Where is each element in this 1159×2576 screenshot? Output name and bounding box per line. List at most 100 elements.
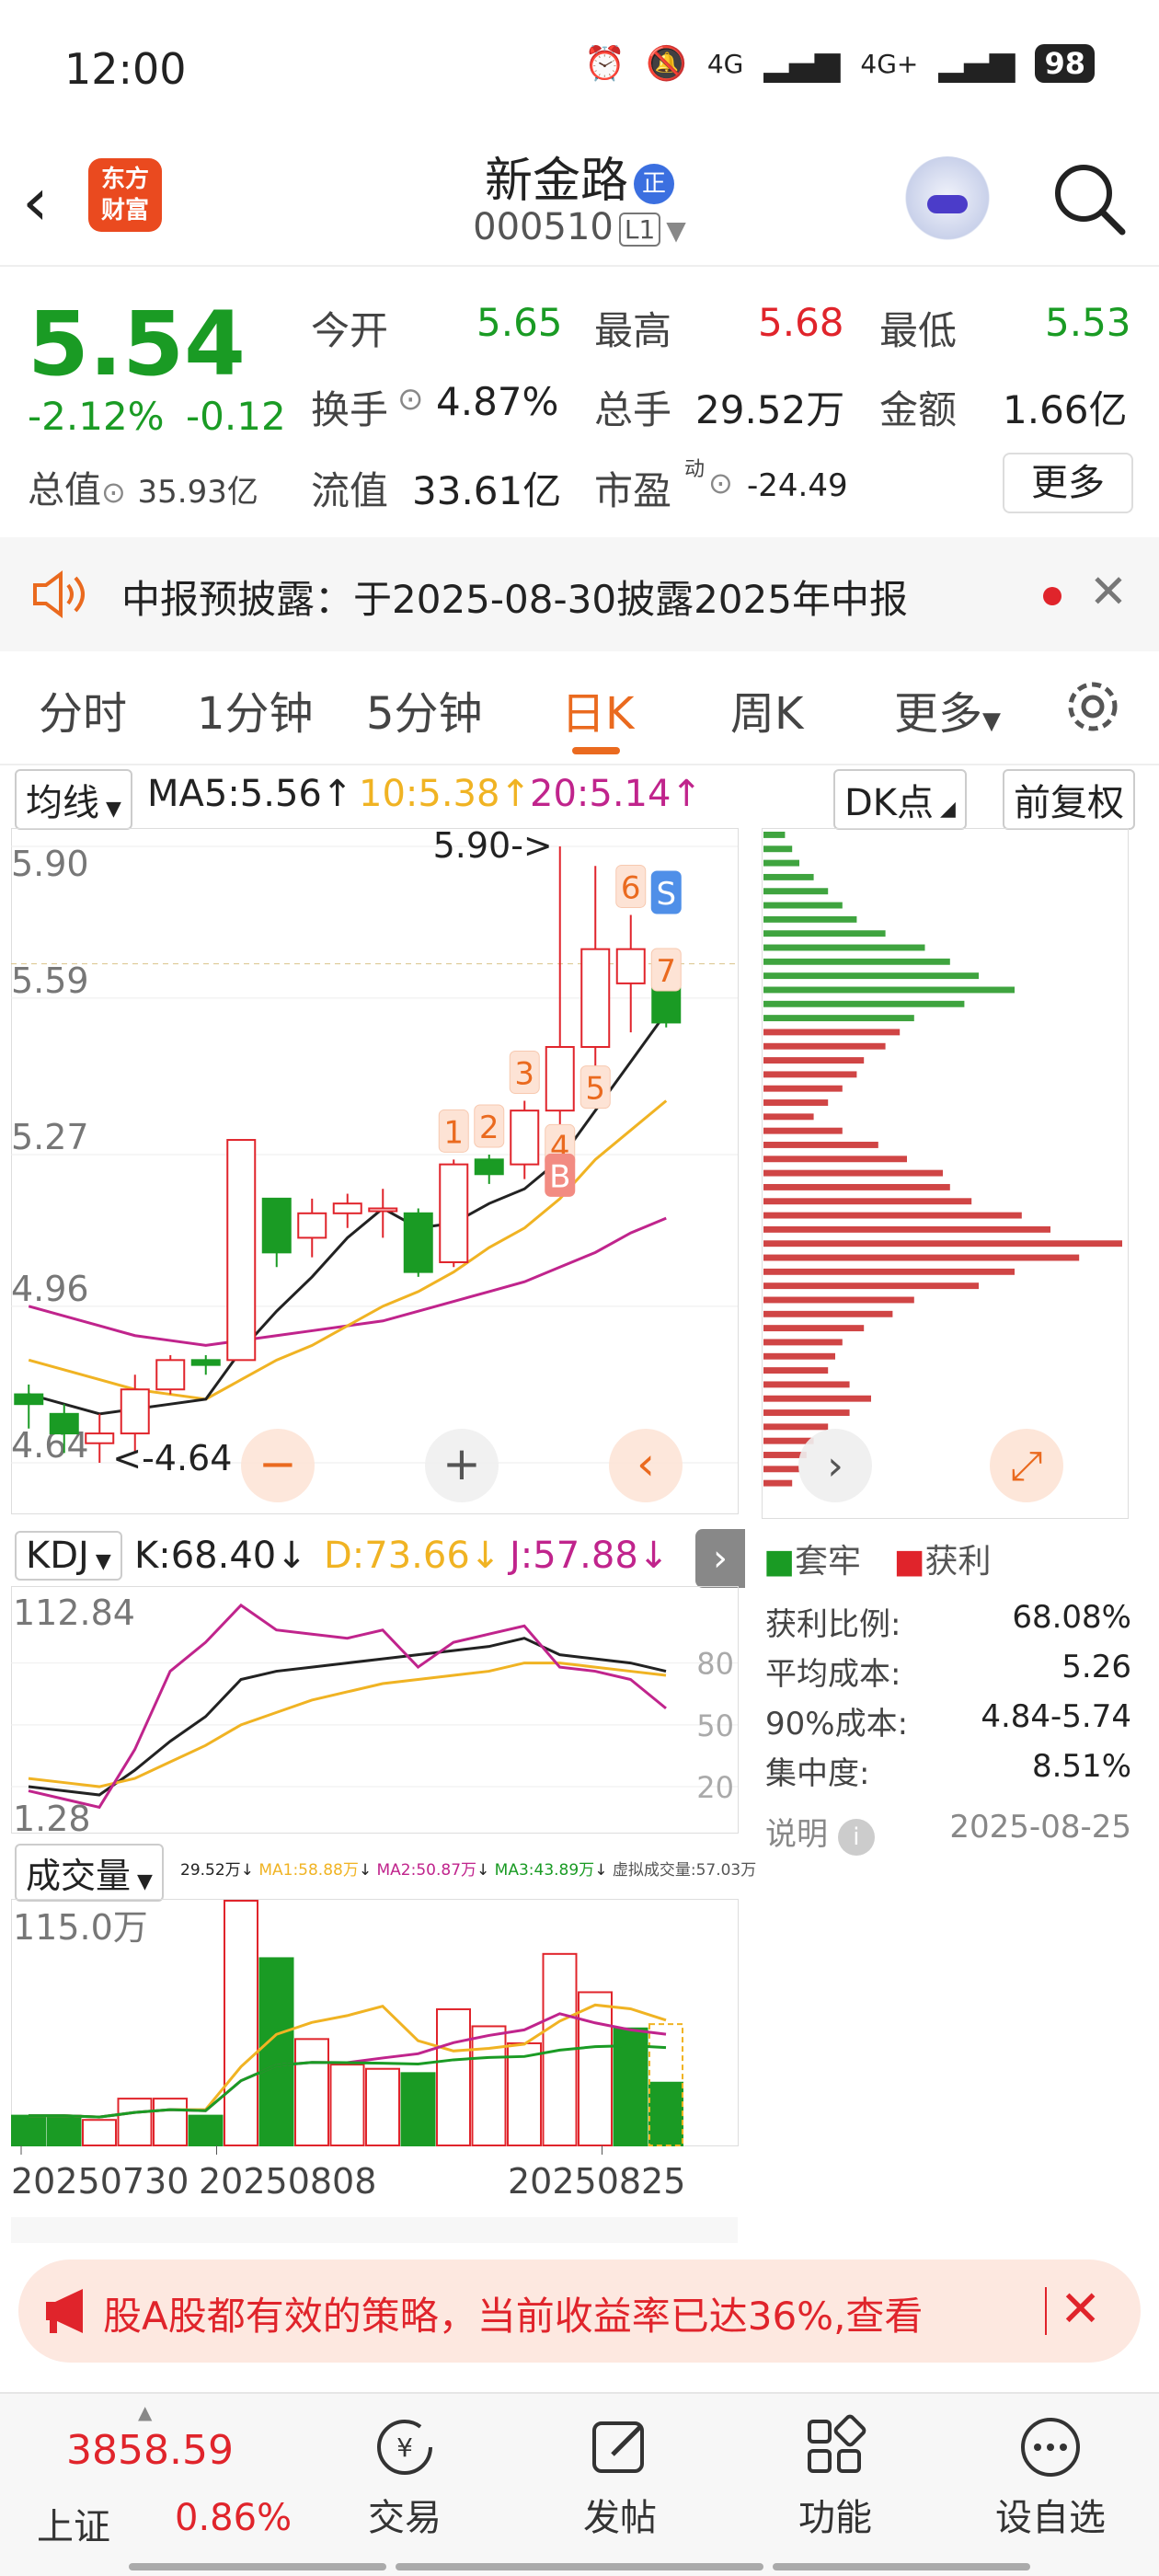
- chip-expand-button-glyph: ⤢: [1010, 1443, 1042, 1489]
- chip-bar-profit: [763, 1325, 865, 1332]
- notice-bar[interactable]: 中报预披露：于2025-08-30披露2025年中报 ✕: [0, 537, 1159, 651]
- chip-bar-profit: [763, 1029, 901, 1036]
- ad-banner[interactable]: 股A股都有效的策略，当前收益率已达36%,查看 ✕: [18, 2260, 1141, 2363]
- kdj-selector[interactable]: KDJ ▼: [15, 1531, 122, 1581]
- tab-daily-k[interactable]: 日K: [561, 677, 634, 742]
- kdj-chart[interactable]: 805020112.841.28: [11, 1586, 747, 1834]
- tab-more[interactable]: 更多▼: [894, 677, 1001, 742]
- volume-chart[interactable]: 115.0万 20250730 20250808 20250825: [11, 1899, 747, 2243]
- chip-expand-button[interactable]: ⤢: [990, 1429, 1063, 1502]
- ma-selector[interactable]: 均线 ▼: [15, 769, 132, 830]
- chip-bar-profit: [763, 1339, 843, 1346]
- volume-bar: [365, 2067, 400, 2146]
- chip-bar-profit: [763, 1113, 814, 1121]
- nav-add-watchlist[interactable]: 设自选: [968, 2394, 1133, 2541]
- close-icon[interactable]: ✕: [1060, 2280, 1101, 2338]
- high-label: 最高: [594, 308, 672, 353]
- assistant-robot-icon[interactable]: [901, 156, 993, 248]
- ma-row: 均线 ▼ MA5:5.56↑ 10:5.38↑ 20:5.14↑ DK点 ◢ 前…: [0, 769, 1159, 830]
- status-time: 12:00: [64, 44, 187, 94]
- zoom-in-button[interactable]: +: [425, 1429, 499, 1502]
- zoom-out-button[interactable]: −: [241, 1429, 315, 1502]
- volume-bar: [258, 1957, 294, 2146]
- signal-icon: ▂▄▆: [763, 44, 841, 83]
- profit-ratio-value: 68.08%: [1012, 1599, 1131, 1636]
- signal-label: 7: [656, 953, 676, 990]
- cost90-row: 90%成本: 4.84-5.74: [765, 1698, 1131, 1743]
- chip-note-row[interactable]: 说明 i 2025-08-25: [765, 1809, 1131, 1856]
- close-icon[interactable]: ✕: [1089, 565, 1128, 618]
- chip-next-button[interactable]: ›: [798, 1429, 872, 1502]
- tab-5min[interactable]: 5分钟: [366, 677, 483, 742]
- candle-body: [49, 1412, 79, 1435]
- chip-bar-profit: [763, 1310, 893, 1317]
- chip-bar-locked: [763, 1015, 914, 1022]
- nav-trade[interactable]: ¥ 交易: [322, 2394, 488, 2541]
- home-indicator-2: [396, 2563, 763, 2570]
- candle-body: [190, 1359, 221, 1366]
- settings-icon[interactable]: [1063, 677, 1122, 736]
- d-value: D:73.66↓: [324, 1535, 500, 1577]
- home-indicator: [129, 2563, 386, 2570]
- high-value: 5.68: [758, 300, 844, 345]
- nav-post-label: 发帖: [583, 2497, 657, 2539]
- chip-bar-locked: [763, 859, 799, 867]
- nav-functions[interactable]: 功能: [752, 2394, 918, 2541]
- signal-label: S: [656, 876, 676, 913]
- chip-bar-profit: [763, 1198, 972, 1205]
- concentration-value: 8.51%: [1031, 1748, 1131, 1785]
- vol-current: 29.52万: [180, 1861, 241, 1880]
- info-icon[interactable]: ⊙: [708, 466, 733, 500]
- avg-cost-row: 平均成本: 5.26: [765, 1649, 1131, 1694]
- index-value[interactable]: 3858.59: [66, 2427, 234, 2474]
- more-button[interactable]: 更多: [1003, 453, 1133, 513]
- expand-panel-button[interactable]: ›: [695, 1529, 745, 1588]
- min-price-marker: <-4.64: [112, 1438, 232, 1478]
- volume-bar: [400, 2072, 436, 2146]
- chevron-down-icon: ▼: [666, 215, 686, 246]
- chip-bar-profit: [763, 1042, 886, 1050]
- tab-fenshi[interactable]: 分时: [39, 677, 127, 742]
- tab-1min[interactable]: 1分钟: [197, 677, 314, 742]
- candle-body: [120, 1388, 150, 1435]
- mktcap-value: 35.93亿: [137, 474, 258, 511]
- kdj-max-label: 112.84: [13, 1593, 135, 1633]
- chip-bar-locked: [763, 873, 814, 880]
- dk-selector[interactable]: DK点 ◢: [833, 769, 967, 830]
- nav-trade-label: 交易: [368, 2497, 442, 2539]
- j-value: J:57.88↓: [510, 1535, 669, 1577]
- mktcap-row: 总值⊙ 35.93亿: [28, 460, 258, 513]
- candle-body: [226, 1139, 257, 1362]
- adjust-button[interactable]: 前复权: [1003, 769, 1135, 830]
- ma10-text: 10:5.38: [359, 773, 500, 815]
- ad-divider: [1045, 2287, 1047, 2335]
- scroll-left-button[interactable]: ‹: [609, 1429, 683, 1502]
- search-icon[interactable]: [1049, 158, 1128, 237]
- signal-label: 3: [514, 1056, 534, 1093]
- tab-weekly-k[interactable]: 周K: [730, 677, 803, 742]
- notice-text: 中报预披露：于2025-08-30披露2025年中报: [121, 577, 908, 622]
- arrow-down-icon: ↓: [637, 1535, 670, 1577]
- x-tick-label: 20250730: [11, 2161, 189, 2202]
- candle-body: [14, 1393, 44, 1406]
- y-tick-label: 5.59: [11, 960, 89, 1001]
- volume-row: 成交量 ▼ 29.52万↓ MA1:58.88万↓ MA2:50.87万↓ MA…: [0, 1844, 756, 1902]
- info-icon[interactable]: ⊙: [397, 381, 424, 418]
- chip-bar-locked: [763, 1000, 965, 1007]
- signal-label: 1: [443, 1114, 464, 1151]
- volume-selector-label: 成交量: [26, 1856, 132, 1896]
- signal-label: B: [549, 1158, 570, 1195]
- volume-selector[interactable]: 成交量 ▼: [15, 1844, 164, 1902]
- concentration-label: 集中度:: [765, 1755, 870, 1792]
- chip-bar-profit: [763, 1057, 865, 1064]
- kline-chart[interactable]: 5.905.595.274.964.645.90-><-4.641 234567B…: [11, 828, 747, 1518]
- caret-up-icon: ▲: [138, 2401, 153, 2423]
- megaphone-icon: [46, 2289, 83, 2333]
- info-icon[interactable]: ⊙: [101, 475, 126, 510]
- edit-icon: [592, 2421, 644, 2473]
- status-icons: ⏰ 🔕 4G ▂▄▆ 4G+ ▂▄▆ 98: [584, 44, 1095, 83]
- chip-bar-profit: [763, 1423, 829, 1431]
- nav-post[interactable]: 发帖: [537, 2394, 703, 2541]
- caret-down-icon: ▼: [982, 707, 1002, 735]
- chip-bar-profit: [763, 1212, 1022, 1219]
